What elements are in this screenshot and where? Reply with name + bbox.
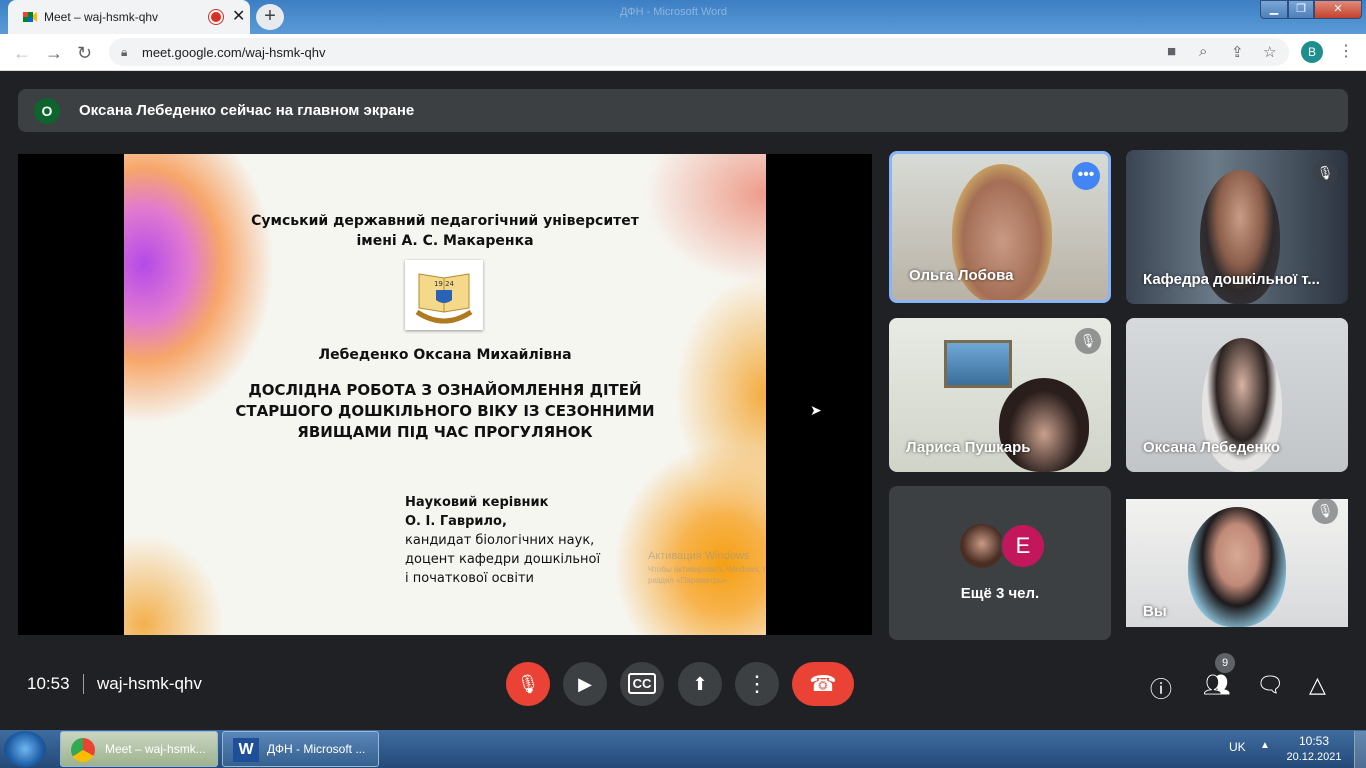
tab-close-icon[interactable]: ✕ <box>232 6 245 26</box>
chrome-icon <box>71 738 95 762</box>
mic-off-icon: 🎙︎ <box>1075 328 1101 354</box>
university-emblem-logo: 19 24 <box>405 260 483 330</box>
slide-supervisor-label: Науковий керівник <box>405 495 549 510</box>
taskbar-word-label: ДФН - Microsoft ... <box>267 742 366 756</box>
show-desktop-button[interactable] <box>1354 731 1366 768</box>
separator <box>83 674 84 694</box>
windows-activation-watermark: Активация Windows <box>648 550 750 562</box>
present-screen-button[interactable]: ⬆ <box>678 662 722 706</box>
word-icon: W <box>233 738 259 762</box>
profile-avatar[interactable]: B <box>1301 41 1323 63</box>
mic-off-icon: 🎙︎ <box>1312 498 1338 524</box>
participant-name: Оксана Лебеденко <box>1143 439 1281 456</box>
browser-toolbar: ← → ↻ 🔒︎ meet.google.com/waj-hsmk-qhv ■ … <box>0 34 1366 71</box>
meet-favicon-icon <box>23 12 37 22</box>
bookmark-star-icon[interactable]: ☆ <box>1263 43 1276 61</box>
slide-author: Лебеденко Оксана Михайлівна <box>318 347 572 363</box>
slide-supervisor-dept: і початкової освіти <box>405 571 534 586</box>
maximize-button[interactable]: ❐ <box>1288 0 1314 19</box>
presentation-slide: Сумський державний педагогічний універси… <box>124 154 766 635</box>
language-indicator[interactable]: UK <box>1229 740 1246 754</box>
chat-icon[interactable]: 🗨︎ <box>1256 672 1284 698</box>
browser-menu-icon[interactable]: ⋮ <box>1338 41 1354 61</box>
leave-call-button[interactable]: ☎ <box>792 662 854 706</box>
forward-arrow-icon[interactable]: → <box>45 43 63 64</box>
slide-university-line2: імені А. С. Макаренка <box>356 233 534 249</box>
slide-title-line2: СТАРШОГО ДОШКІЛЬНОГО ВІКУ ІЗ СЕЗОННИМИ <box>235 402 655 420</box>
address-bar[interactable]: 🔒︎ meet.google.com/waj-hsmk-qhv ■ ⌕ ⇪ ☆ <box>109 38 1289 66</box>
slide-supervisor-name: О. І. Гаврило, <box>405 514 507 529</box>
zoom-icon[interactable]: ⌕ <box>1199 43 1207 60</box>
meeting-time: 10:53 <box>27 674 70 693</box>
others-tile[interactable]: E Ещё 3 чел. <box>889 486 1111 640</box>
clock-time[interactable]: 10:53 <box>1286 734 1342 748</box>
mic-off-icon: 🎙︎ <box>516 674 540 694</box>
recording-indicator-icon <box>211 12 221 22</box>
close-window-button[interactable]: ✕ <box>1314 0 1362 19</box>
wall-painting <box>944 340 1012 388</box>
more-options-icon[interactable]: ••• <box>1072 162 1100 190</box>
browser-tab[interactable]: Meet – waj-hsmk-qhv ✕ <box>8 0 250 34</box>
presentation-banner: О Оксана Лебеденко сейчас на главном экр… <box>18 89 1348 132</box>
back-arrow-icon[interactable]: ← <box>13 43 31 64</box>
clock-date[interactable]: 20.12.2021 <box>1286 751 1342 763</box>
url-text[interactable]: meet.google.com/waj-hsmk-qhv <box>142 45 326 60</box>
more-vert-icon: ⋮ <box>746 671 768 696</box>
new-tab-button[interactable]: + <box>256 4 284 30</box>
present-screen-icon: ⬆ <box>692 674 708 694</box>
reload-icon[interactable]: ↻ <box>77 43 92 64</box>
mic-toggle-button[interactable]: 🎙︎ <box>506 662 550 706</box>
background-window-caption: ДФН - Microsoft Word <box>620 6 728 18</box>
participant-count-badge: 9 <box>1215 653 1235 673</box>
participant-name: Кафедра дошкільної т... <box>1143 271 1320 288</box>
self-tile[interactable]: 🎙︎ Вы <box>1126 486 1348 640</box>
participant-name: Ольга Лобова <box>909 267 1014 284</box>
slide-title-line1: ДОСЛІДНА РОБОТА З ОЗНАЙОМЛЕННЯ ДІТЕЙ <box>248 381 642 399</box>
taskbar-word-button[interactable]: W ДФН - Microsoft ... <box>222 731 379 767</box>
participant-tile-larisa[interactable]: 🎙︎ Лариса Пушкарь <box>889 318 1111 472</box>
windows-activation-hint2: раздел «Параметры». <box>648 576 730 585</box>
camera-toggle-button[interactable]: ▶ <box>563 662 607 706</box>
camera-icon[interactable]: ■ <box>1167 43 1176 60</box>
captions-button[interactable]: CC <box>620 662 664 706</box>
presenter-avatar: О <box>34 98 60 124</box>
more-options-button[interactable]: ⋮ <box>735 662 779 706</box>
share-icon[interactable]: ⇪ <box>1231 43 1244 61</box>
lock-icon[interactable]: 🔒︎ <box>121 45 127 60</box>
slide-university-line: Сумський державний педагогічний універси… <box>251 213 639 229</box>
videocam-icon: ▶ <box>578 674 592 694</box>
participant-name: Лариса Пушкарь <box>906 439 1031 456</box>
activities-icon[interactable]: △ <box>1309 672 1326 698</box>
mic-off-icon: 🎙︎ <box>1312 160 1338 186</box>
start-button[interactable] <box>4 731 46 767</box>
others-count-label: Ещё 3 чел. <box>960 585 1040 602</box>
taskbar-chrome-button[interactable]: Meet – waj-hsmk... <box>60 731 218 767</box>
participant-video <box>999 378 1089 472</box>
participant-tile-kafedra[interactable]: 🎙︎ Кафедра дошкільної т... <box>1126 150 1348 304</box>
people-icon[interactable]: 👥︎ <box>1203 672 1231 698</box>
self-face <box>1188 507 1286 627</box>
presentation-banner-text: Оксана Лебеденко сейчас на главном экран… <box>79 102 415 119</box>
meeting-code: waj-hsmk-qhv <box>97 674 202 693</box>
browser-tab-strip: Meet – waj-hsmk-qhv ✕ + ДФН - Microsoft … <box>0 0 1366 34</box>
participant-tile-olga[interactable]: ••• Ольга Лобова <box>889 151 1111 303</box>
svg-text:19 24: 19 24 <box>434 280 455 288</box>
info-icon[interactable]: ⓘ <box>1150 672 1172 704</box>
minimize-button[interactable]: ▁ <box>1260 0 1288 19</box>
tab-title: Meet – waj-hsmk-qhv <box>44 10 159 24</box>
windows-activation-hint: Чтобы активировать Windows, перейдите в <box>648 565 766 574</box>
participant-tile-oksana[interactable]: Оксана Лебеденко <box>1126 318 1348 472</box>
slide-supervisor-position: доцент кафедри дошкільної <box>405 552 601 567</box>
call-end-icon: ☎ <box>809 671 837 696</box>
taskbar-chrome-label: Meet – waj-hsmk... <box>105 742 206 756</box>
participant-name: Вы <box>1143 603 1167 620</box>
slide-title-line3: ЯВИЩАМИ ПІД ЧАС ПРОГУЛЯНОК <box>297 423 593 441</box>
participant-avatar-letter: E <box>1000 523 1046 569</box>
participant-avatar-photo <box>960 524 1004 568</box>
slide-supervisor-degree: кандидат біологічних наук, <box>405 533 595 548</box>
captions-icon: CC <box>627 673 657 694</box>
tray-arrow-icon[interactable]: ▲ <box>1260 740 1270 751</box>
mouse-cursor-icon: ➤ <box>810 402 822 418</box>
